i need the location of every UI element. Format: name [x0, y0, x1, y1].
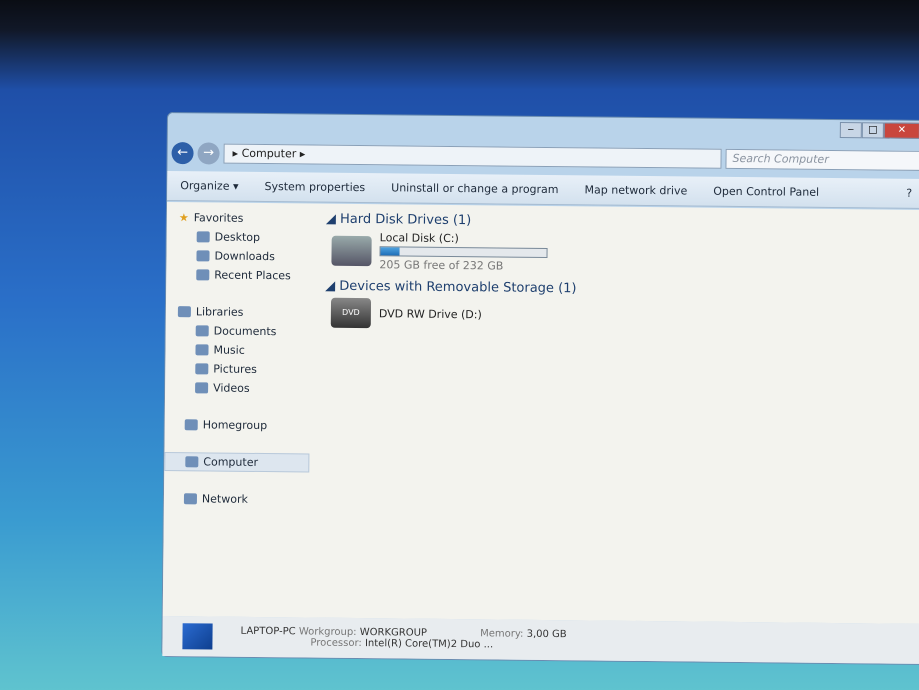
documents-icon: [195, 325, 209, 337]
address-bar[interactable]: ▸ Computer ▸: [223, 143, 722, 169]
content-pane: ◢ Hard Disk Drives (1) Local Disk (C:) 2…: [308, 204, 919, 624]
navigation-pane: ★ Favorites Desktop Downloads Recent Plac…: [163, 202, 312, 617]
sidebar-item-desktop[interactable]: Desktop: [167, 227, 312, 248]
caption-buttons: ‒ □ ✕: [839, 122, 919, 139]
computer-icon: [185, 456, 199, 468]
workgroup-label: Workgroup:: [298, 626, 357, 639]
drive-local-disk[interactable]: Local Disk (C:) 205 GB free of 232 GB: [331, 231, 910, 277]
pictures-icon: [195, 363, 209, 375]
sidebar-item-recent[interactable]: Recent Places: [166, 265, 311, 286]
sidebar-item-homegroup[interactable]: Homegroup: [165, 415, 310, 436]
drive-space: 205 GB free of 232 GB: [379, 258, 504, 273]
label: Libraries: [195, 305, 244, 319]
videos-icon: [195, 382, 209, 394]
recent-places-icon: [196, 269, 210, 281]
help-button[interactable]: ?: [893, 187, 919, 200]
label: Devices with Removable Storage (1): [339, 278, 577, 297]
label: Desktop: [214, 230, 261, 244]
star-icon: ★: [178, 211, 189, 225]
forward-button[interactable]: →: [197, 142, 220, 165]
memory-value: 3,00 GB: [526, 628, 567, 641]
breadcrumb-computer[interactable]: Computer: [242, 147, 297, 161]
group-header-hdd[interactable]: ◢ Hard Disk Drives (1): [326, 212, 911, 233]
label: Downloads: [214, 249, 275, 264]
sidebar-item-favorites[interactable]: ★ Favorites: [167, 208, 312, 229]
sidebar-item-libraries[interactable]: Libraries: [166, 302, 311, 323]
drive-dvd[interactable]: DVD DVD RW Drive (D:): [330, 297, 910, 334]
label: Videos: [213, 381, 250, 395]
label: Favorites: [193, 211, 244, 225]
minimize-button[interactable]: ‒: [839, 122, 862, 139]
memory-label: Memory:: [480, 628, 524, 640]
downloads-icon: [196, 250, 210, 262]
sidebar-item-videos[interactable]: Videos: [165, 378, 310, 399]
label: Hard Disk Drives (1): [339, 211, 472, 229]
group-header-removable[interactable]: ◢ Devices with Removable Storage (1): [325, 279, 910, 300]
maximize-button[interactable]: □: [861, 122, 884, 139]
sidebar-item-documents[interactable]: Documents: [166, 321, 311, 342]
uninstall-button[interactable]: Uninstall or change a program: [378, 181, 572, 196]
drive-name: DVD RW Drive (D:): [378, 306, 482, 321]
close-button[interactable]: ✕: [883, 122, 919, 139]
address-row: ← → ▸ Computer ▸ Search Computer: [171, 139, 919, 175]
label: Music: [213, 343, 245, 357]
sidebar-item-downloads[interactable]: Downloads: [166, 246, 311, 267]
sidebar-item-pictures[interactable]: Pictures: [165, 359, 310, 380]
libraries-icon: [177, 306, 191, 318]
disk-usage-fill: [380, 247, 400, 256]
workgroup-value: WORKGROUP: [359, 627, 428, 639]
label: Homegroup: [202, 418, 268, 433]
processor-label: Processor:: [310, 637, 362, 650]
hard-disk-icon: [331, 235, 372, 267]
music-icon: [195, 344, 209, 356]
control-panel-button[interactable]: Open Control Panel: [700, 185, 832, 199]
label: Documents: [213, 324, 277, 339]
computer-icon: [182, 623, 213, 650]
desktop-icon: [196, 231, 210, 243]
search-input[interactable]: Search Computer: [725, 148, 919, 171]
disk-usage-bar: [379, 246, 548, 258]
organize-button[interactable]: Organize ▾: [167, 179, 251, 193]
details-pane: LAPTOP-PC Workgroup: WORKGROUP Memory: 3…: [162, 615, 919, 664]
label: Computer: [203, 455, 259, 469]
system-properties-button[interactable]: System properties: [251, 180, 378, 194]
network-icon: [183, 493, 198, 505]
computer-name: LAPTOP-PC: [240, 625, 296, 638]
back-button[interactable]: ←: [171, 142, 194, 165]
sidebar-item-computer[interactable]: Computer: [164, 451, 310, 473]
homegroup-icon: [184, 419, 198, 431]
dvd-drive-icon: DVD: [330, 297, 372, 329]
map-drive-button[interactable]: Map network drive: [571, 183, 700, 197]
sidebar-item-music[interactable]: Music: [165, 340, 310, 361]
explorer-window: ‒ □ ✕ ← → ▸ Computer ▸ Search Computer O…: [161, 112, 919, 665]
label: Recent Places: [214, 268, 291, 283]
sidebar-item-network[interactable]: Network: [164, 489, 309, 510]
drive-name: Local Disk (C:): [379, 231, 459, 246]
label: Pictures: [213, 362, 257, 376]
label: Network: [201, 492, 248, 506]
processor-value: Intel(R) Core(TM)2 Duo ...: [364, 638, 494, 651]
